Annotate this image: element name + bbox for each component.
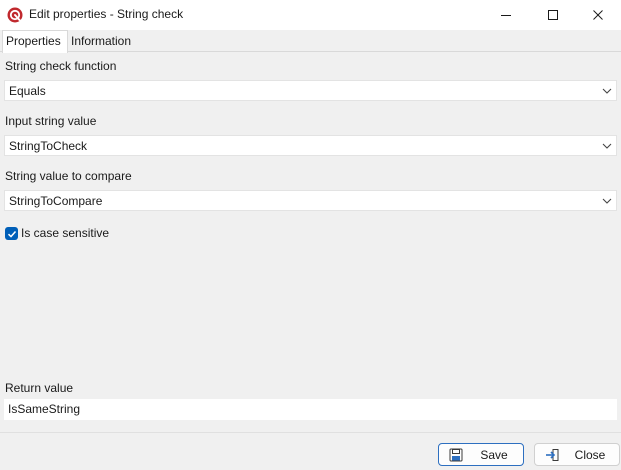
case-sensitive-checkbox[interactable] bbox=[5, 227, 18, 240]
string-value-to-compare-select[interactable]: StringToCompare bbox=[4, 190, 617, 211]
close-icon bbox=[593, 10, 603, 20]
tab-properties[interactable]: Properties bbox=[2, 30, 68, 53]
maximize-button[interactable] bbox=[530, 0, 576, 30]
chevron-down-icon bbox=[602, 198, 612, 204]
return-value-text: IsSameString bbox=[8, 402, 81, 416]
return-value-label: Return value bbox=[5, 381, 74, 395]
string-check-function-label: String check function bbox=[5, 59, 117, 73]
footer-divider bbox=[0, 432, 621, 433]
return-value-field[interactable]: IsSameString bbox=[4, 399, 617, 420]
input-string-value-value: StringToCheck bbox=[9, 139, 88, 153]
close-window-button[interactable] bbox=[575, 0, 621, 30]
app-logo-icon bbox=[7, 7, 23, 23]
window-title: Edit properties - String check bbox=[29, 7, 184, 21]
chevron-down-icon bbox=[602, 88, 612, 94]
input-string-value-label: Input string value bbox=[5, 114, 97, 128]
chevron-down-icon bbox=[602, 143, 612, 149]
close-label: Close bbox=[574, 448, 606, 462]
maximize-icon bbox=[548, 10, 558, 20]
string-check-function-select[interactable]: Equals bbox=[4, 80, 617, 101]
string-value-to-compare-value: StringToCompare bbox=[9, 194, 103, 208]
case-sensitive-label[interactable]: Is case sensitive bbox=[21, 226, 109, 240]
tab-divider bbox=[0, 51, 621, 52]
checkmark-icon bbox=[7, 230, 16, 238]
save-label: Save bbox=[480, 448, 508, 462]
string-check-function-value: Equals bbox=[9, 84, 46, 98]
tab-information[interactable]: Information bbox=[67, 32, 141, 51]
save-button[interactable]: Save bbox=[438, 443, 524, 466]
minimize-button[interactable] bbox=[483, 0, 529, 30]
title-bar: Edit properties - String check bbox=[0, 0, 621, 30]
minimize-icon bbox=[501, 15, 511, 16]
input-string-value-select[interactable]: StringToCheck bbox=[4, 135, 617, 156]
string-value-to-compare-label: String value to compare bbox=[5, 169, 132, 183]
close-button[interactable]: Close bbox=[534, 443, 620, 466]
